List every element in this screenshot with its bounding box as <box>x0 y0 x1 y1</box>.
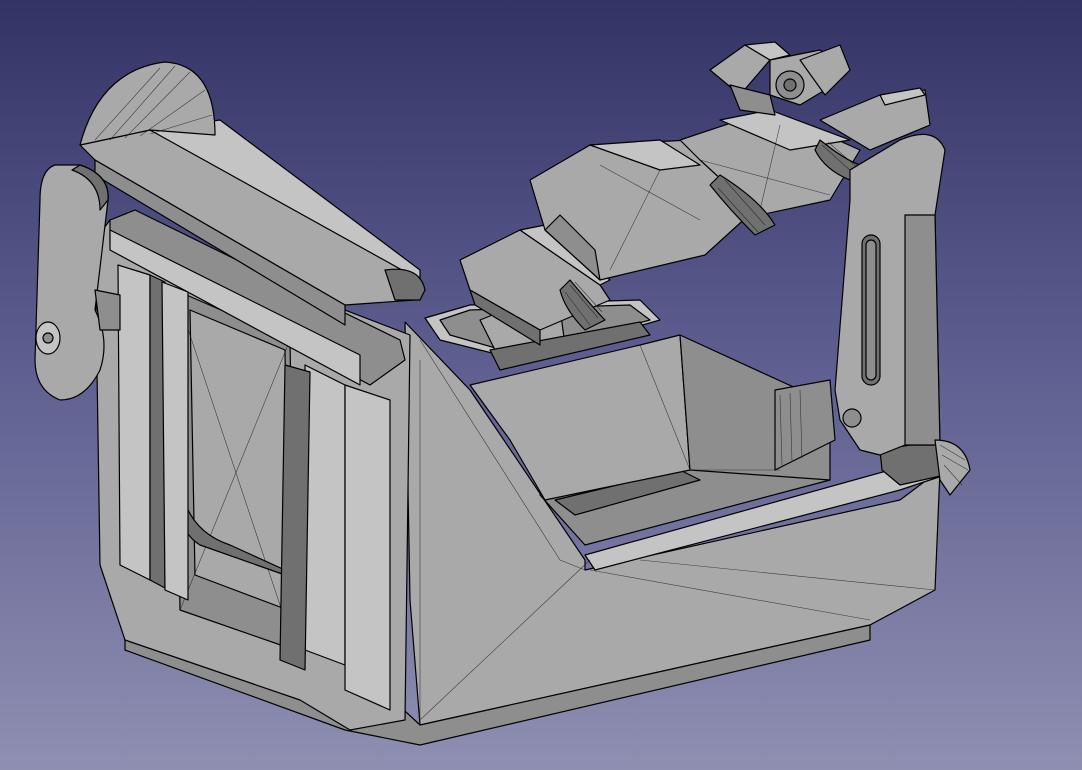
cad-model[interactable] <box>0 0 1082 770</box>
3d-viewport[interactable] <box>0 0 1082 770</box>
upper-strap[interactable] <box>459 109 861 346</box>
right-end-cap[interactable] <box>934 439 971 496</box>
